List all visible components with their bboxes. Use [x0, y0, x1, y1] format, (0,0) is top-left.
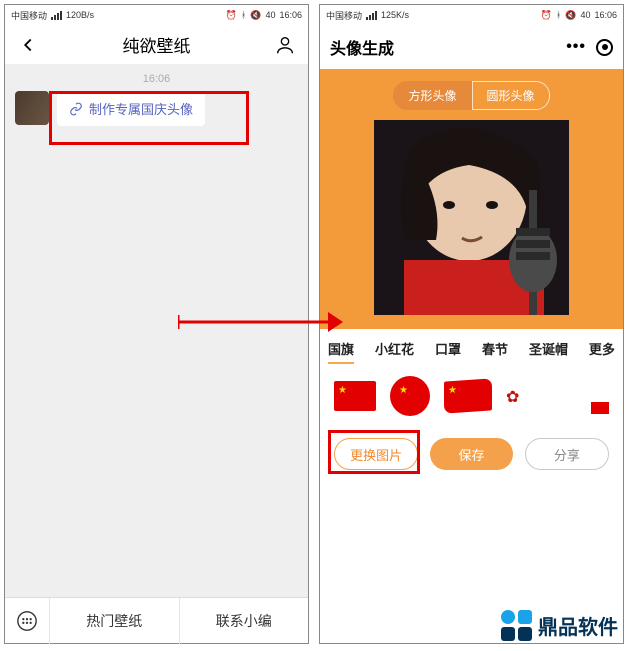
bluetooth-icon: ᚼ	[241, 10, 246, 20]
time-label: 16:06	[594, 10, 617, 20]
mute-icon: 🔇	[250, 10, 261, 21]
alarm-icon: ⏰	[541, 10, 552, 21]
app-title: 头像生成	[330, 35, 394, 59]
brand-watermark: 鼎品软件	[501, 610, 618, 641]
tab-more[interactable]: 更多	[589, 339, 615, 362]
chat-footer: 热门壁纸 联系小编	[5, 597, 308, 643]
tab-circle[interactable]: 圆形头像	[472, 81, 550, 110]
sticker-flower[interactable]: ✿	[506, 387, 524, 405]
profile-icon[interactable]	[274, 34, 296, 56]
save-button[interactable]: 保存	[430, 438, 512, 470]
footer-tab-contact[interactable]: 联系小编	[179, 598, 309, 644]
signal-icon	[366, 11, 377, 20]
avatar[interactable]	[15, 91, 49, 125]
time-label: 16:06	[279, 10, 302, 20]
alarm-icon: ⏰	[226, 10, 237, 21]
keyboard-icon[interactable]	[5, 610, 49, 632]
sticker-flag-circle[interactable]: ★	[390, 376, 430, 416]
footer-tab-hot[interactable]: 热门壁纸	[49, 598, 179, 644]
bluetooth-icon: ᚼ	[556, 10, 561, 20]
chat-title: 纯欲壁纸	[123, 32, 191, 57]
shape-tabs: 方形头像 圆形头像	[393, 81, 549, 110]
share-button[interactable]: 分享	[525, 438, 609, 470]
sticker-tiny-flag[interactable]	[591, 402, 609, 414]
sticker-flag-wave[interactable]: ★	[444, 378, 492, 413]
tab-flower[interactable]: 小红花	[375, 339, 414, 362]
net-speed: 125K/s	[381, 10, 409, 20]
tab-spring[interactable]: 春节	[482, 339, 508, 362]
category-tabs: 国旗 小红花 口罩 春节 圣诞帽 更多	[320, 329, 623, 368]
battery-label: 40	[265, 10, 275, 20]
tab-mask[interactable]: 口罩	[435, 339, 461, 362]
highlight-box-1	[49, 91, 249, 145]
mute-icon: 🔇	[565, 10, 576, 21]
net-speed: 120B/s	[66, 10, 94, 20]
tab-flag[interactable]: 国旗	[328, 339, 354, 362]
sticker-flag-rect[interactable]: ★	[334, 381, 376, 411]
more-icon[interactable]: •••	[566, 38, 586, 56]
tab-xmas[interactable]: 圣诞帽	[529, 339, 568, 362]
status-bar: 中国移动 120B/s ⏰ ᚼ 🔇 40 16:06	[5, 5, 308, 25]
status-bar: 中国移动 125K/s ⏰ ᚼ 🔇 40 16:06	[320, 5, 623, 25]
right-phone: 中国移动 125K/s ⏰ ᚼ 🔇 40 16:06 头像生成 ••• 方形头像	[319, 4, 624, 644]
sticker-row: ★ ★ ★ ✿	[320, 368, 623, 424]
back-icon[interactable]	[17, 34, 39, 56]
avatar-preview[interactable]	[374, 120, 569, 315]
chat-timestamp: 16:06	[5, 65, 308, 91]
arrow-icon	[178, 310, 343, 334]
app-header: 头像生成 •••	[320, 25, 623, 69]
battery-label: 40	[580, 10, 590, 20]
tab-square[interactable]: 方形头像	[393, 81, 471, 110]
button-row: 更换图片 保存 分享	[320, 424, 623, 478]
signal-icon	[51, 11, 62, 20]
target-icon[interactable]	[596, 39, 613, 56]
carrier-label: 中国移动	[11, 9, 47, 22]
brand-text: 鼎品软件	[538, 611, 618, 640]
carrier-label: 中国移动	[326, 9, 362, 22]
brand-logo-icon	[501, 610, 532, 641]
preview-area: 方形头像 圆形头像	[320, 69, 623, 329]
chat-header: 纯欲壁纸	[5, 25, 308, 65]
highlight-box-2	[328, 430, 420, 474]
